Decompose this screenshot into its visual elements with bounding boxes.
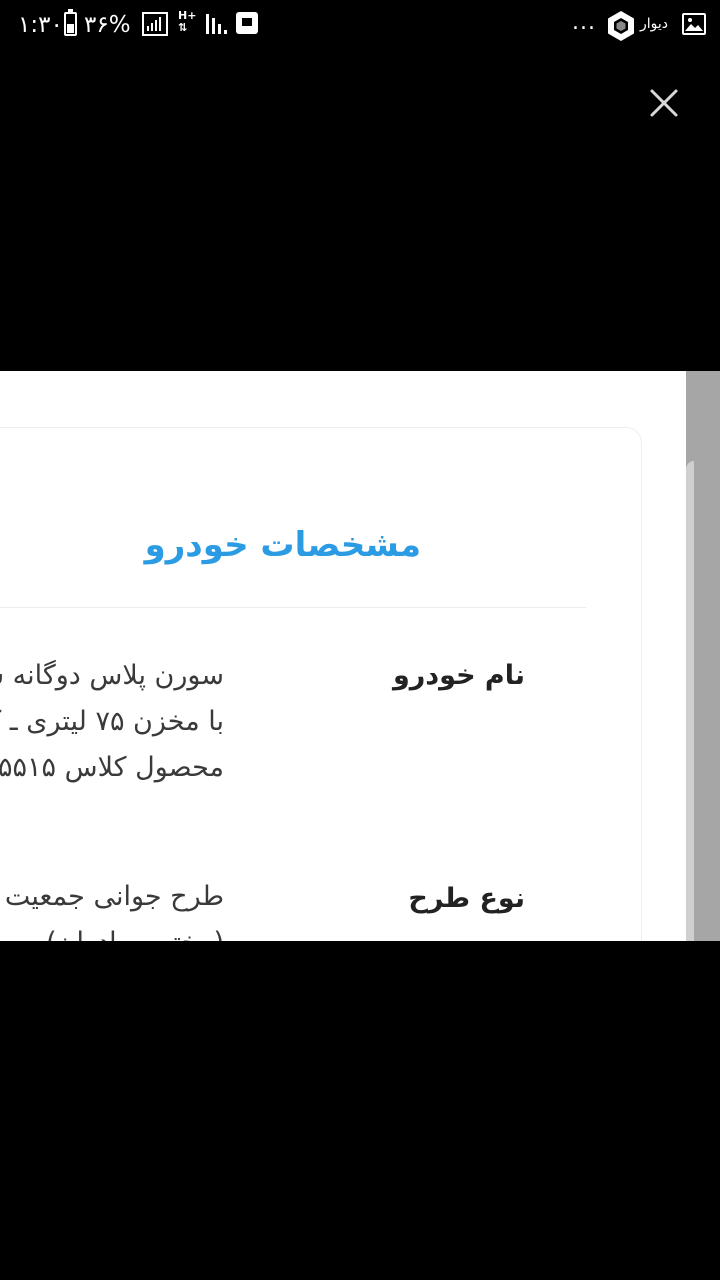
chat-icon: [236, 12, 258, 34]
overflow-dots: ...: [572, 10, 596, 35]
spec-label-plan-type: نوع طرح: [408, 883, 525, 914]
status-bar: ۱:۳۰ ۳۶% H+ ⇅ ... دیوار: [0, 0, 720, 52]
signal-bars-icon: [206, 14, 227, 34]
status-time: ۱:۳۰: [18, 12, 63, 38]
close-button[interactable]: [643, 82, 685, 124]
spec-label-car-name: نام خودرو: [392, 660, 525, 691]
app-name: دیوار: [640, 16, 669, 32]
close-icon: [650, 89, 678, 117]
card-title: مشخصات خودرو: [144, 525, 421, 565]
image-icon: [682, 13, 706, 35]
specs-card: مشخصات خودرو نام خودرو سورن پلاس دوگانه …: [0, 427, 642, 941]
spec-value-plan-type: طرح جوانی جمعیت (مختص مادران): [4, 881, 224, 941]
battery-percent: ۳۶%: [84, 12, 131, 38]
signal-box-icon: [142, 12, 168, 36]
divider: [0, 607, 586, 608]
next-page-edge: [686, 371, 720, 941]
image-viewer[interactable]: مشخصات خودرو نام خودرو سورن پلاس دوگانه …: [0, 371, 720, 941]
spec-value-car-name: سورن پلاس دوگانه سوز با مخزن ۷۵ لیتری ـ …: [0, 660, 224, 783]
battery-icon: [64, 9, 77, 36]
app-icon: [608, 11, 634, 41]
mobile-data-icon: H+ ⇅: [178, 9, 197, 34]
